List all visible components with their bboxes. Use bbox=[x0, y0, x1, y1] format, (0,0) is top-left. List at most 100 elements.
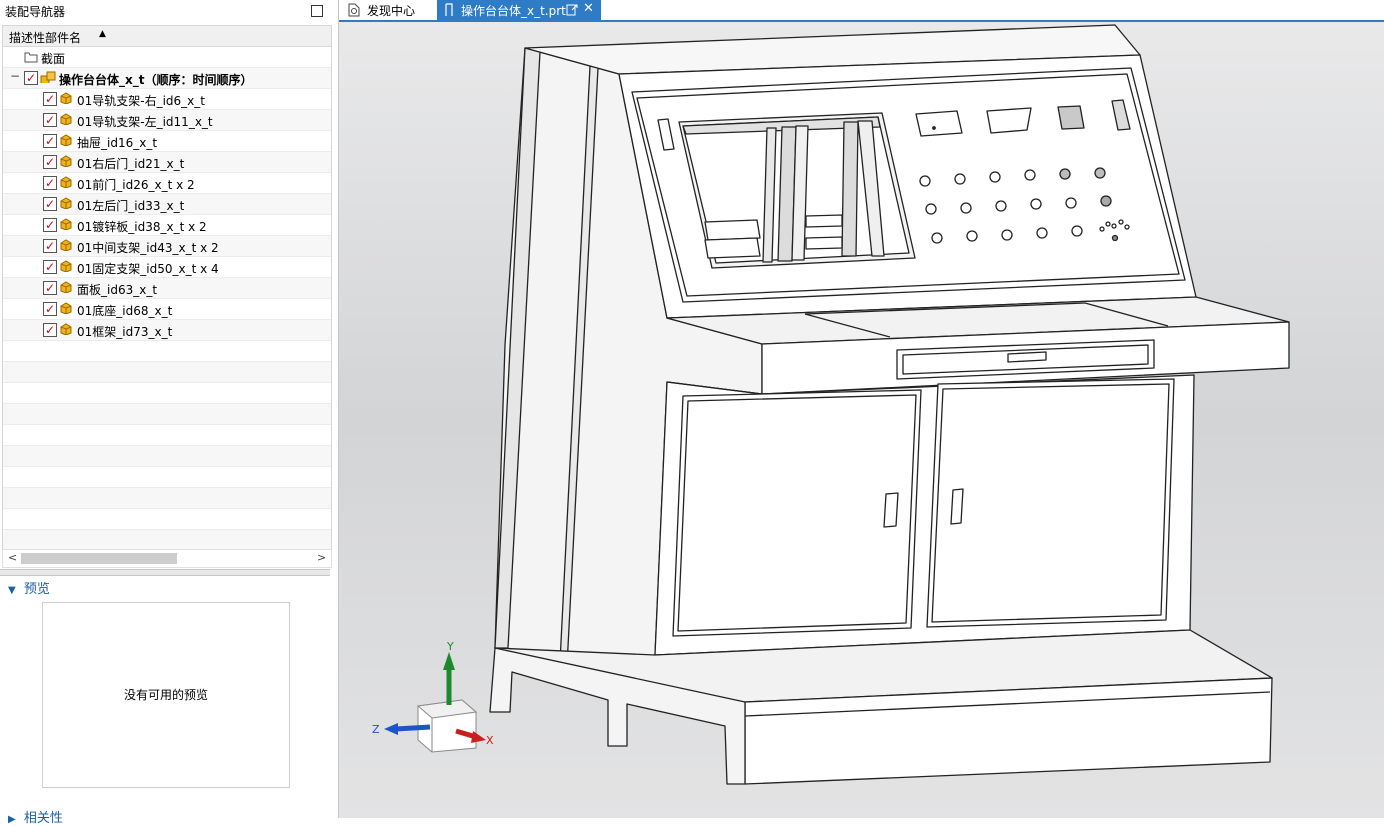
tree-row-empty bbox=[3, 488, 331, 509]
close-icon[interactable]: ✕ bbox=[583, 1, 594, 16]
component-icon bbox=[60, 323, 72, 335]
scroll-right-icon[interactable]: > bbox=[317, 551, 326, 564]
component-label: 01镀锌板_id38_x_t x 2 bbox=[77, 220, 207, 234]
expand-down-icon: ▼ bbox=[8, 585, 16, 596]
component-icon bbox=[60, 218, 72, 230]
tree-row-component[interactable]: ✓ 01底座_id68_x_t bbox=[3, 299, 331, 320]
component-icon bbox=[60, 155, 72, 167]
scroll-left-icon[interactable]: < bbox=[8, 551, 17, 564]
tree-row-empty bbox=[3, 341, 331, 362]
component-label: 01导轨支架-左_id11_x_t bbox=[77, 115, 213, 129]
component-icon bbox=[60, 260, 72, 272]
preview-title: 预览 bbox=[23, 582, 50, 597]
tree-row-component[interactable]: ✓ 01左后门_id33_x_t bbox=[3, 194, 331, 215]
tree-row-empty bbox=[3, 362, 331, 383]
graphics-viewport[interactable]: Y Z X bbox=[339, 22, 1384, 818]
assembly-tree: 描述性部件名 ▲ 截面 − ✓ 操作台台体_x_t（顺序：时间顺序） ✓ 01导轨… bbox=[2, 25, 332, 550]
tree-row-component[interactable]: ✓ 01前门_id26_x_t x 2 bbox=[3, 173, 331, 194]
horizontal-scrollbar[interactable]: < > bbox=[2, 549, 332, 568]
tab-label: 操作台台体_x_t.prt bbox=[461, 4, 566, 18]
tree-row-empty bbox=[3, 383, 331, 404]
component-icon bbox=[60, 302, 72, 314]
related-title: 相关性 bbox=[23, 811, 63, 826]
assembly-navigator-panel: 装配导航器 描述性部件名 ▲ 截面 − ✓ 操作台台体_x_t（顺序：时间顺序）… bbox=[0, 0, 339, 826]
tab-label: 发现中心 bbox=[367, 4, 416, 18]
panel-header: 装配导航器 bbox=[0, 0, 338, 22]
visibility-checkbox[interactable]: ✓ bbox=[43, 218, 57, 232]
visibility-checkbox[interactable]: ✓ bbox=[43, 239, 57, 253]
collapse-icon[interactable]: − bbox=[10, 69, 20, 83]
tree-row-empty bbox=[3, 446, 331, 467]
component-label: 01框架_id73_x_t bbox=[77, 325, 173, 339]
tree-row-component[interactable]: ✓ 01导轨支架-左_id11_x_t bbox=[3, 110, 331, 131]
folder-icon bbox=[24, 52, 38, 63]
tree-row-component[interactable]: ✓ 01中间支架_id43_x_t x 2 bbox=[3, 236, 331, 257]
sort-ascending-icon: ▲ bbox=[99, 29, 106, 39]
axis-label-z: Z bbox=[372, 723, 380, 736]
tree-row-empty bbox=[3, 404, 331, 425]
maximize-icon[interactable] bbox=[311, 5, 323, 17]
tree-row-empty bbox=[3, 467, 331, 488]
component-label: 抽屉_id16_x_t bbox=[77, 136, 158, 150]
component-icon bbox=[60, 113, 72, 125]
visibility-checkbox[interactable]: ✓ bbox=[43, 155, 57, 169]
component-label: 01左后门_id33_x_t bbox=[77, 199, 185, 213]
tree-row-component[interactable]: ✓ 01固定支架_id50_x_t x 4 bbox=[3, 257, 331, 278]
assembly-icon bbox=[40, 71, 56, 83]
tree-row-assembly[interactable]: − ✓ 操作台台体_x_t（顺序：时间顺序） bbox=[3, 68, 331, 89]
tab-part-file[interactable]: 操作台台体_x_t.prt ✕ bbox=[437, 0, 601, 20]
tree-row-empty bbox=[3, 530, 331, 549]
expand-right-icon: ▶ bbox=[8, 814, 16, 825]
tree-row-component[interactable]: ✓ 01右后门_id21_x_t bbox=[3, 152, 331, 173]
scrollbar-thumb[interactable] bbox=[21, 553, 177, 564]
assembly-label: 操作台台体_x_t（顺序：时间顺序） bbox=[59, 73, 253, 87]
related-section-header[interactable]: ▶ 相关性 bbox=[8, 807, 63, 826]
component-label: 01底座_id68_x_t bbox=[77, 304, 173, 318]
component-label: 面板_id63_x_t bbox=[77, 283, 158, 297]
component-label: 01右后门_id21_x_t bbox=[77, 157, 185, 171]
visibility-checkbox[interactable]: ✓ bbox=[43, 176, 57, 190]
preview-box: 没有可用的预览 bbox=[42, 602, 290, 788]
preview-section-header[interactable]: ▼ 预览 bbox=[8, 578, 50, 597]
tree-row-section[interactable]: 截面 bbox=[3, 47, 331, 68]
component-icon bbox=[60, 92, 72, 104]
component-icon bbox=[60, 197, 72, 209]
visibility-checkbox[interactable]: ✓ bbox=[43, 113, 57, 127]
visibility-checkbox[interactable]: ✓ bbox=[43, 281, 57, 295]
tree-row-empty bbox=[3, 425, 331, 446]
tree-row-component[interactable]: ✓ 面板_id63_x_t bbox=[3, 278, 331, 299]
panel-title: 装配导航器 bbox=[5, 5, 66, 19]
visibility-checkbox[interactable]: ✓ bbox=[24, 71, 38, 85]
tree-row-component[interactable]: ✓ 01镀锌板_id38_x_t x 2 bbox=[3, 215, 331, 236]
tree-row-component[interactable]: ✓ 抽屉_id16_x_t bbox=[3, 131, 331, 152]
cabinet-model[interactable]: Y Z X bbox=[339, 22, 1384, 818]
view-triad[interactable] bbox=[384, 652, 486, 753]
tree-item-label: 截面 bbox=[41, 52, 66, 66]
tree-row-empty bbox=[3, 509, 331, 530]
component-label: 01中间支架_id43_x_t x 2 bbox=[77, 241, 219, 255]
visibility-checkbox[interactable]: ✓ bbox=[43, 323, 57, 337]
visibility-checkbox[interactable]: ✓ bbox=[43, 134, 57, 148]
column-header[interactable]: 描述性部件名 ▲ bbox=[3, 26, 331, 47]
detach-icon[interactable] bbox=[566, 3, 578, 17]
visibility-checkbox[interactable]: ✓ bbox=[43, 197, 57, 211]
component-icon bbox=[60, 239, 72, 251]
visibility-checkbox[interactable]: ✓ bbox=[43, 260, 57, 274]
column-header-label: 描述性部件名 bbox=[9, 31, 82, 45]
component-icon bbox=[60, 281, 72, 293]
component-icon bbox=[60, 134, 72, 146]
tree-row-component[interactable]: ✓ 01导轨支架-右_id6_x_t bbox=[3, 89, 331, 110]
tab-discovery[interactable]: 发现中心 bbox=[343, 0, 435, 20]
component-label: 01导轨支架-右_id6_x_t bbox=[77, 94, 205, 108]
tree-row-component[interactable]: ✓ 01框架_id73_x_t bbox=[3, 320, 331, 341]
discovery-icon bbox=[348, 3, 360, 17]
document-tab-bar: 发现中心 操作台台体_x_t.prt ✕ bbox=[339, 0, 1384, 22]
visibility-checkbox[interactable]: ✓ bbox=[43, 302, 57, 316]
axis-label-y: Y bbox=[446, 640, 454, 653]
panel-splitter[interactable] bbox=[0, 569, 330, 576]
visibility-checkbox[interactable]: ✓ bbox=[43, 92, 57, 106]
preview-empty-text: 没有可用的预览 bbox=[123, 688, 208, 702]
component-label: 01固定支架_id50_x_t x 4 bbox=[77, 262, 219, 276]
component-icon bbox=[60, 176, 72, 188]
component-label: 01前门_id26_x_t x 2 bbox=[77, 178, 195, 192]
